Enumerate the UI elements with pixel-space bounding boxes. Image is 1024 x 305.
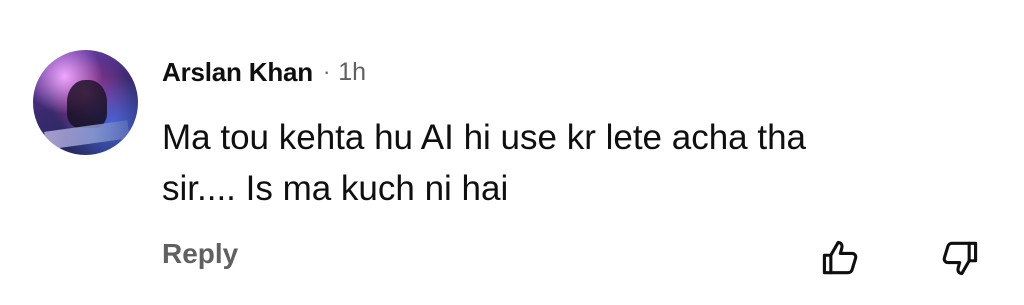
separator-dot: · [322, 59, 331, 84]
comment-text-line: sir.... Is ma kuch ni hai [162, 169, 509, 208]
author-name[interactable]: Arslan Khan [162, 57, 313, 88]
like-button[interactable] [816, 234, 864, 282]
comment-time: 1h [338, 57, 367, 86]
avatar-figure [67, 80, 107, 128]
avatar[interactable] [33, 50, 138, 155]
thumbs-down-icon [942, 241, 978, 276]
comment-item: Arslan Khan · 1h Ma tou kehta hu AI hi u… [0, 0, 1024, 305]
comment-text: Ma tou kehta hu AI hi use kr lete acha t… [162, 112, 982, 214]
thumbs-up-icon [822, 240, 858, 275]
dislike-button[interactable] [936, 234, 984, 282]
reply-button[interactable]: Reply [162, 238, 238, 270]
comment-header: Arslan Khan · 1h [162, 55, 366, 89]
comment-text-line: Ma tou kehta hu AI hi use kr lete acha t… [162, 118, 807, 157]
